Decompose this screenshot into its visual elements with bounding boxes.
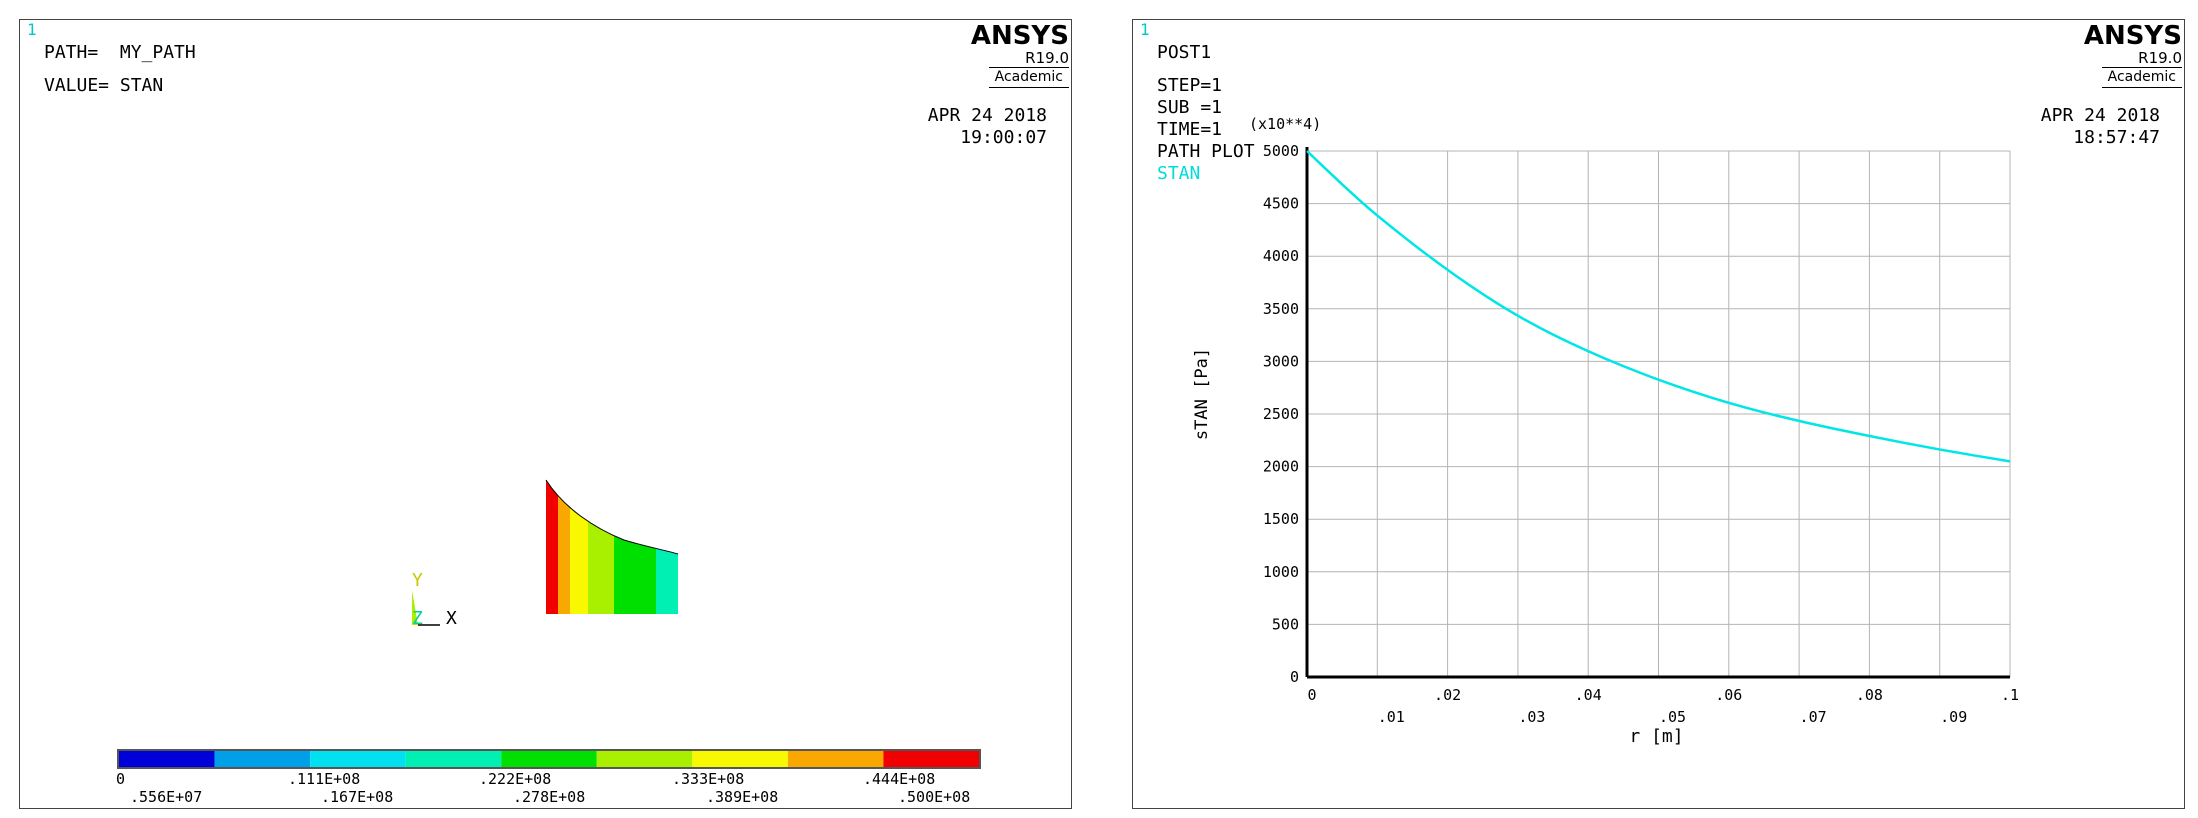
- x-tick-label: 0: [1307, 686, 1316, 704]
- x-tick-label: .02: [1434, 686, 1461, 704]
- x-tick-label: .09: [1940, 708, 1967, 726]
- legend-color-swatch: [596, 751, 693, 767]
- contour-band: [614, 480, 656, 614]
- path-contour-plot: [545, 479, 679, 614]
- legend-color-swatch: [692, 751, 788, 767]
- grid: [1306, 150, 2011, 678]
- brand-edition: Academic: [988, 67, 1069, 88]
- legend-color-swatch: [119, 751, 215, 767]
- window-number: 1: [27, 20, 37, 39]
- path-plot-chart: 0 500 1000 1500 2000 2500 3000 3500 4000 4500 5000…: [1192, 142, 2019, 747]
- legend-tick-label: .389E+08: [706, 788, 779, 806]
- legend-tick-label: .167E+08: [321, 788, 394, 806]
- legend-tick-label: .556E+07: [130, 788, 203, 806]
- legend-color-swatch: [787, 751, 884, 767]
- plot-time: 19:00:07: [960, 127, 1047, 148]
- contour-band: [546, 480, 558, 614]
- y-tick-label: 3000: [1263, 352, 1299, 370]
- y-tick-label: 4500: [1263, 195, 1299, 213]
- legend-tick-label: .444E+08: [863, 770, 936, 788]
- x-tick-label: .06: [1715, 686, 1742, 704]
- brand-release: R19.0: [1025, 49, 1069, 67]
- plot-date: APR 24 2018: [927, 105, 1047, 126]
- y-tick-label: 2000: [1263, 458, 1299, 476]
- x-axis-label: r [m]: [1629, 726, 1683, 747]
- x-tick-label: .1: [2001, 686, 2019, 704]
- x-tick-label: .03: [1518, 708, 1545, 726]
- value-label: VALUE= STAN: [44, 75, 164, 96]
- path-label: PATH= MY_PATH: [44, 42, 196, 63]
- triad-x-label: X: [446, 608, 457, 629]
- x-tick-label: .07: [1800, 708, 1827, 726]
- legend-color-swatch: [405, 751, 502, 767]
- y-tick-label: 3500: [1263, 300, 1299, 318]
- brand-name: ANSYS: [970, 21, 1069, 51]
- legend-tick-label: .111E+08: [288, 770, 361, 788]
- contour-band: [588, 480, 614, 614]
- x-tick-label: .01: [1378, 708, 1405, 726]
- legend-color-swatch: [214, 751, 311, 767]
- legend-tick-label: .278E+08: [513, 788, 586, 806]
- contour-band: [656, 480, 678, 614]
- legend-color-swatch: [501, 751, 597, 767]
- ansys-logo: ANSYS R19.0 Academic: [949, 22, 1069, 88]
- contour-band: [570, 480, 588, 614]
- y-tick-label: 0: [1290, 668, 1299, 686]
- y-tick-label: 2500: [1263, 405, 1299, 423]
- y-tick-label: 1500: [1263, 510, 1299, 528]
- legend-tick-label: .333E+08: [672, 770, 745, 788]
- y-tick-label: 500: [1272, 615, 1299, 633]
- legend-tick-label: .500E+08: [898, 788, 971, 806]
- left-graphics-window: 1 PATH= MY_PATH VALUE= STAN ANSYS R19.0 …: [19, 19, 1072, 809]
- coordinate-triad: Y Z X: [410, 550, 490, 630]
- x-tick-label: .08: [1856, 686, 1883, 704]
- contour-band: [558, 480, 570, 614]
- triad-z-label: Z: [412, 608, 423, 629]
- legend-tick-label: .222E+08: [479, 770, 552, 788]
- y-axis-label: sTAN [Pa]: [1192, 348, 1212, 440]
- x-tick-label: .04: [1575, 686, 1602, 704]
- x-tick-label: .05: [1659, 708, 1686, 726]
- legend-tick-label: 0: [116, 770, 126, 788]
- legend-color-swatch: [310, 751, 406, 767]
- y-tick-label: 5000: [1263, 142, 1299, 160]
- right-graphics-window: 1 POST1 STEP=1 SUB =1 TIME=1 PATH PLOT S…: [1132, 19, 2185, 809]
- triad-y-label: Y: [412, 570, 423, 591]
- y-tick-label: 4000: [1263, 247, 1299, 265]
- legend-color-swatch: [883, 751, 979, 767]
- y-tick-label: 1000: [1263, 563, 1299, 581]
